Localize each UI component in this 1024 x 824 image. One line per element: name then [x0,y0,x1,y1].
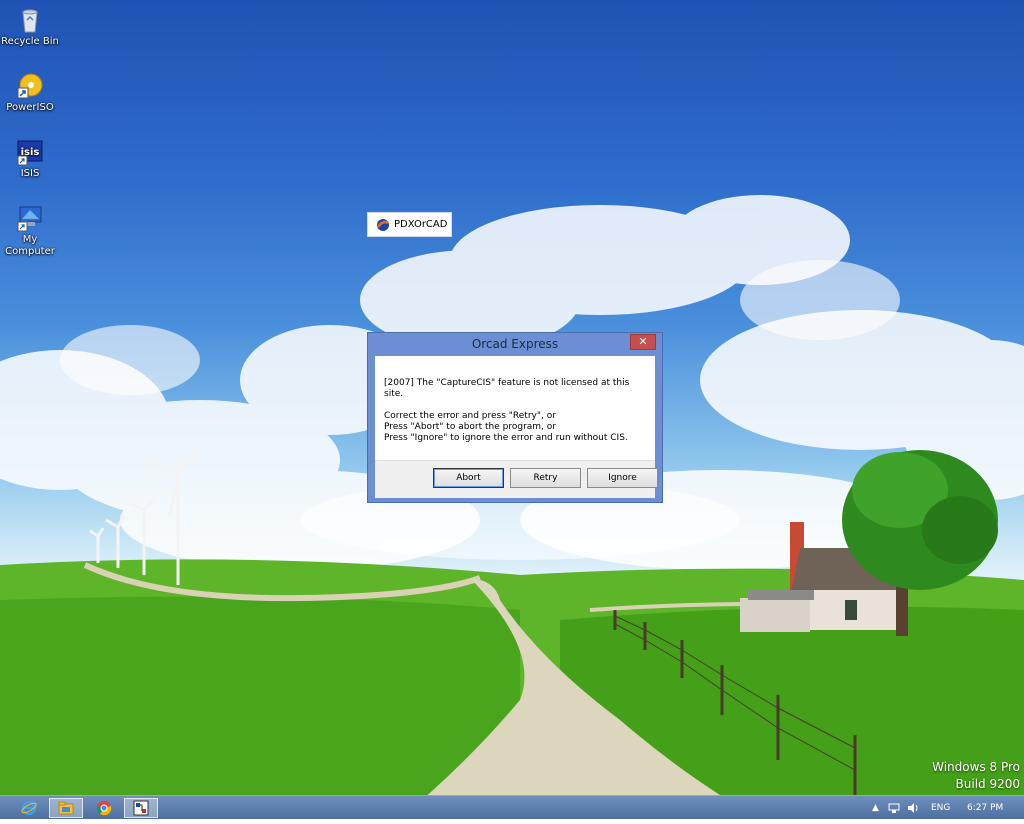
desktop-icon-label: PowerISO [6,102,54,113]
dialog-title: Orcad Express [471,337,559,351]
dialog-close-button[interactable]: ✕ [630,334,656,350]
desktop-icon-label: ISIS [20,168,40,179]
recycle-bin-icon [22,9,38,33]
tray-show-hidden-icons[interactable]: ▲ [872,796,879,820]
orcad-icon [376,218,389,231]
desktop-icon-poweriso[interactable]: PowerISO [0,72,60,114]
taskbar-internet-explorer[interactable] [12,798,46,818]
retry-button[interactable]: Retry [510,468,581,488]
pdxorcad-label-text: PDXOrCAD [394,219,448,230]
poweriso-icon [17,73,43,99]
isis-icon: isis [17,140,43,166]
windows-watermark: Windows 8 Pro Build 9200 [932,759,1020,793]
taskbar-chrome[interactable] [87,798,121,818]
ignore-button[interactable]: Ignore [587,468,658,488]
message-line: Press "Abort" to abort the program, or [384,422,556,432]
pdxorcad-drag-label[interactable]: PDXOrCAD [367,212,452,237]
tray-clock[interactable]: 6:27 PM [967,796,1003,820]
desktop-icon-recycle-bin[interactable]: Recycle Bin [0,6,60,48]
tray-volume[interactable] [907,796,921,820]
orcad-error-dialog: Orcad Express ✕ [2007] The "CaptureCIS" … [367,332,663,503]
dialog-message: [2007] The "CaptureCIS" feature is not l… [384,378,646,444]
network-icon [888,803,900,813]
close-icon: ✕ [638,335,648,348]
desktop-icon-label: Recycle Bin [1,36,59,47]
watermark-edition: Windows 8 Pro [932,760,1020,774]
message-line: Correct the error and press "Retry", or [384,411,556,421]
file-explorer-icon [58,801,74,815]
tray-network[interactable] [888,796,902,820]
watermark-build: Build 9200 [955,777,1020,791]
orcad-app-icon [133,800,149,816]
taskbar-file-explorer[interactable] [49,798,83,818]
my-computer-icon [17,206,42,232]
tray-language[interactable]: ENG [931,796,950,820]
desktop-icon-isis[interactable]: isis ISIS [0,138,60,180]
desktop-icon-my-computer[interactable]: My Computer [0,204,60,258]
taskbar-orcad[interactable] [124,798,158,818]
chrome-icon [96,801,112,816]
desktop-icon-label: My Computer [5,234,55,257]
internet-explorer-icon [21,800,37,816]
message-line: [2007] The "CaptureCIS" feature is not l… [384,378,630,399]
message-line: Press "Ignore" to ignore the error and r… [384,433,628,443]
taskbar: ▲ ENG 6:27 PM [0,795,1024,819]
speaker-icon [908,803,918,813]
dialog-body: [2007] The "CaptureCIS" feature is not l… [375,356,658,498]
abort-button[interactable]: Abort [433,468,504,488]
